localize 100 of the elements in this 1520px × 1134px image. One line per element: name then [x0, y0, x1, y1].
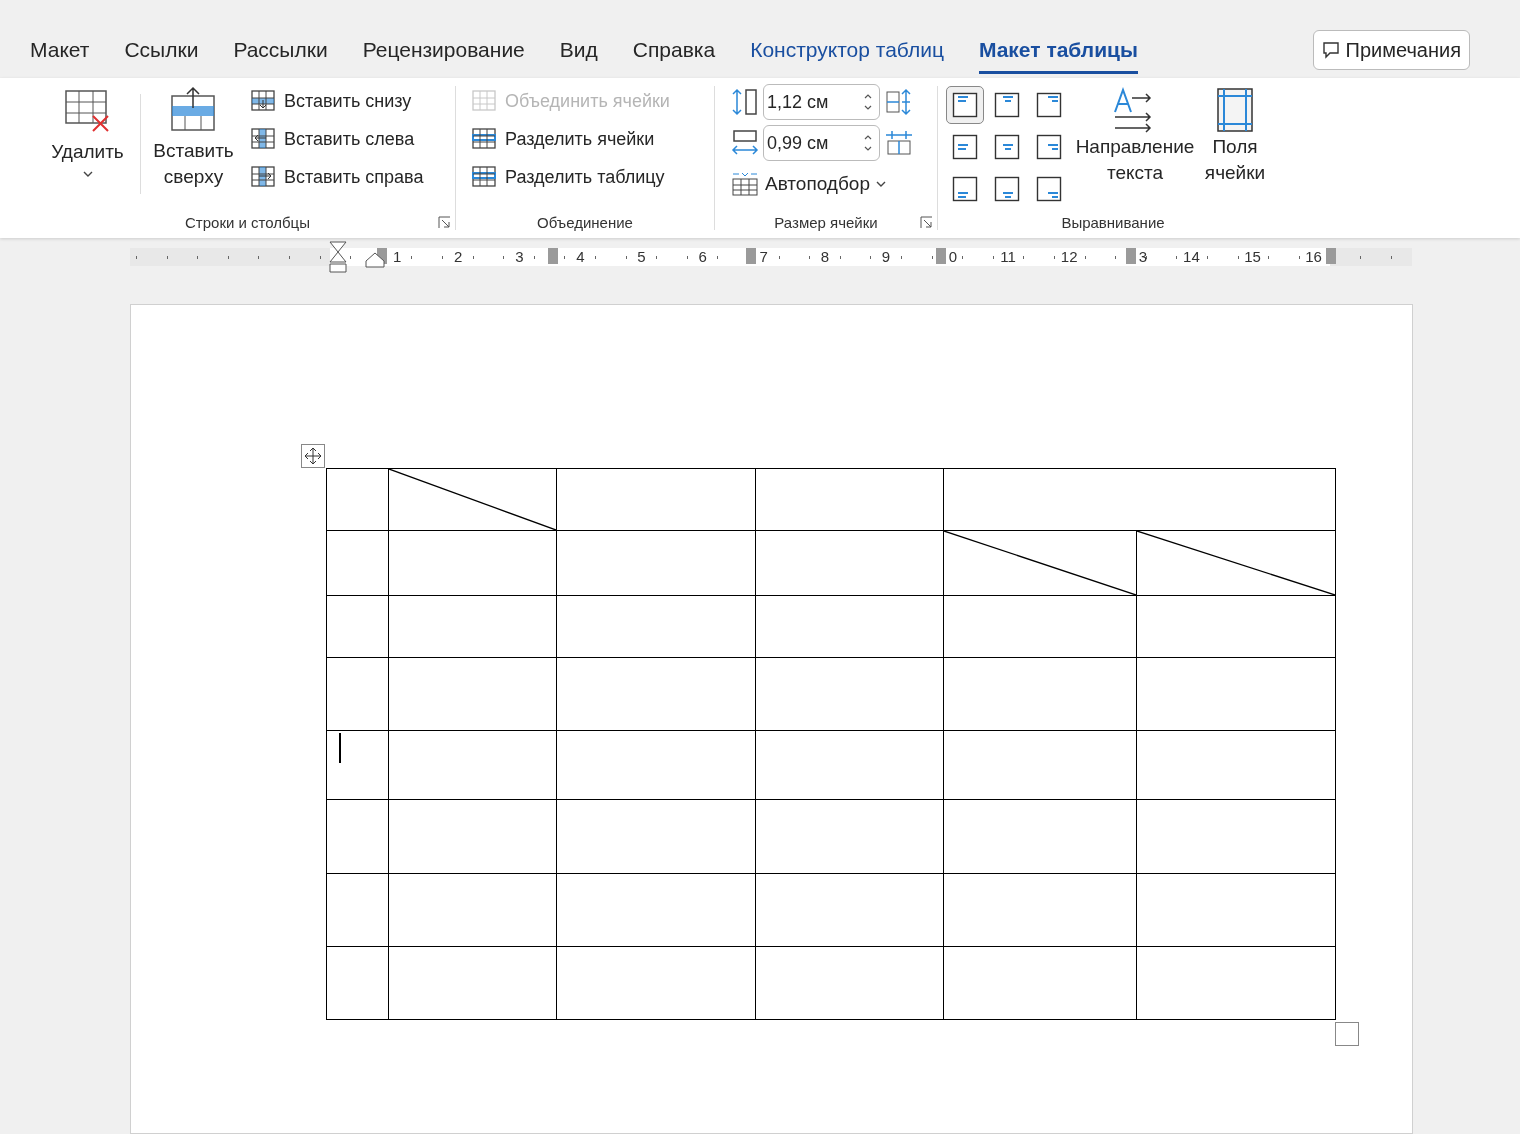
table-cell[interactable] — [388, 730, 557, 800]
text-direction-button[interactable]: Направление текста — [1072, 86, 1198, 186]
ribbon-button[interactable]: Вставить слева — [249, 120, 426, 158]
table-cell[interactable] — [556, 468, 756, 531]
ruler-number: 2 — [453, 247, 464, 267]
table-cell[interactable] — [755, 730, 944, 800]
table-cell[interactable] — [556, 657, 756, 731]
align-icon — [952, 176, 978, 202]
table-cell[interactable] — [326, 730, 389, 800]
table-cell[interactable] — [943, 595, 1137, 658]
ruler-number: 5 — [636, 247, 647, 267]
group-label: Размер ячейки — [774, 212, 878, 233]
move-handle-icon[interactable] — [301, 444, 325, 468]
table-cell[interactable] — [1136, 730, 1336, 800]
ribbon-tab[interactable]: Макет — [30, 33, 90, 74]
ribbon-tab[interactable]: Конструктор таблиц — [750, 33, 944, 74]
ruler-number: 6 — [697, 247, 708, 267]
table-cell[interactable] — [326, 657, 389, 731]
table-cell[interactable] — [943, 468, 1336, 531]
column-marker[interactable] — [746, 248, 756, 264]
ribbon-tab[interactable]: Ссылки — [124, 33, 199, 74]
table-cell[interactable] — [556, 799, 756, 874]
table-cell[interactable] — [755, 595, 944, 658]
table-cell[interactable] — [556, 873, 756, 947]
insert-above-button[interactable]: Вставить сверху — [146, 86, 241, 190]
caret-icon — [875, 180, 886, 188]
column-marker[interactable] — [936, 248, 946, 264]
table-cell[interactable] — [943, 799, 1137, 874]
resize-handle[interactable] — [1335, 1022, 1359, 1046]
table-cell[interactable] — [1136, 946, 1336, 1020]
table-cell[interactable] — [388, 530, 557, 596]
table-cell[interactable] — [755, 799, 944, 874]
table-cell[interactable] — [388, 799, 557, 874]
alignment-button[interactable] — [946, 86, 984, 124]
text-cursor — [339, 733, 341, 763]
column-marker[interactable] — [548, 248, 558, 264]
column-marker[interactable] — [1126, 248, 1136, 264]
table-cell[interactable] — [388, 873, 557, 947]
ribbon-button[interactable]: Вставить справа — [249, 158, 426, 196]
table-cell[interactable] — [326, 468, 389, 531]
diagonal-split-cell[interactable] — [943, 530, 1137, 596]
table-cell[interactable] — [326, 530, 389, 596]
table-cell[interactable] — [943, 946, 1137, 1020]
ruler-number: 1 — [391, 247, 403, 267]
table-cell[interactable] — [755, 468, 944, 531]
hanging-indent-marker[interactable] — [365, 252, 385, 268]
ribbon-tab[interactable]: Вид — [559, 33, 598, 74]
ribbon-tab[interactable]: Справка — [632, 33, 716, 74]
ruler-number: 14 — [1182, 247, 1201, 267]
autofit-button[interactable]: Автоподбор — [731, 166, 914, 202]
table-cell[interactable] — [943, 730, 1137, 800]
ruler-number: 8 — [819, 247, 830, 267]
align-icon — [994, 92, 1020, 118]
align-icon — [1036, 176, 1062, 202]
ribbon-button[interactable]: Разделить ячейки — [470, 120, 672, 158]
distribute-columns-icon — [884, 129, 914, 157]
table-cell[interactable] — [1136, 873, 1336, 947]
spin-field[interactable]: 0,99 см — [763, 125, 880, 161]
ruler-number: 3 — [514, 247, 525, 267]
table-cell[interactable] — [943, 873, 1137, 947]
ruler-number: 3 — [1137, 247, 1149, 267]
ribbon-tab[interactable]: Рецензирование — [362, 33, 525, 74]
table-cell[interactable] — [326, 873, 389, 947]
table-cell[interactable] — [326, 799, 389, 874]
insert-below-icon — [251, 89, 277, 113]
indent-marker[interactable] — [328, 240, 348, 274]
diagonal-split-cell[interactable] — [388, 468, 557, 531]
table-cell[interactable] — [755, 946, 944, 1020]
group-label: Объединение — [537, 212, 633, 233]
ruler-number: 11 — [999, 247, 1017, 267]
table-cell[interactable] — [556, 530, 756, 596]
table-cell[interactable] — [943, 657, 1137, 731]
table-cell[interactable] — [556, 730, 756, 800]
align-icon — [1036, 92, 1062, 118]
column-marker[interactable] — [1326, 248, 1336, 264]
table-cell[interactable] — [556, 595, 756, 658]
ribbon-tab[interactable]: Рассылки — [233, 33, 328, 74]
table-cell[interactable] — [755, 530, 944, 596]
table-cell[interactable] — [1136, 657, 1336, 731]
delete-button[interactable]: Удалить — [40, 86, 135, 178]
diagonal-split-cell[interactable] — [1136, 530, 1336, 596]
dialog-launcher-icon[interactable] — [920, 216, 933, 229]
table-cell[interactable] — [388, 595, 557, 658]
table-cell[interactable] — [755, 657, 944, 731]
table-cell[interactable] — [1136, 595, 1336, 658]
table-cell[interactable] — [556, 946, 756, 1020]
split-cells-icon — [472, 127, 498, 151]
spin-field[interactable]: 1,12 см — [763, 84, 880, 120]
ribbon-button[interactable]: Вставить снизу — [249, 82, 426, 120]
table-cell[interactable] — [388, 657, 557, 731]
table-cell[interactable] — [755, 873, 944, 947]
ribbon-tab[interactable]: Макет таблицы — [978, 33, 1138, 74]
table-cell[interactable] — [1136, 799, 1336, 874]
dialog-launcher-icon[interactable] — [438, 216, 451, 229]
table-cell[interactable] — [326, 946, 389, 1020]
table-cell[interactable] — [326, 595, 389, 658]
comments-button[interactable]: Примечания — [1312, 30, 1470, 70]
cell-margins-button[interactable]: Поля ячейки — [1200, 86, 1270, 186]
table-cell[interactable] — [388, 946, 557, 1020]
ribbon-button[interactable]: Разделить таблицу — [470, 158, 672, 196]
